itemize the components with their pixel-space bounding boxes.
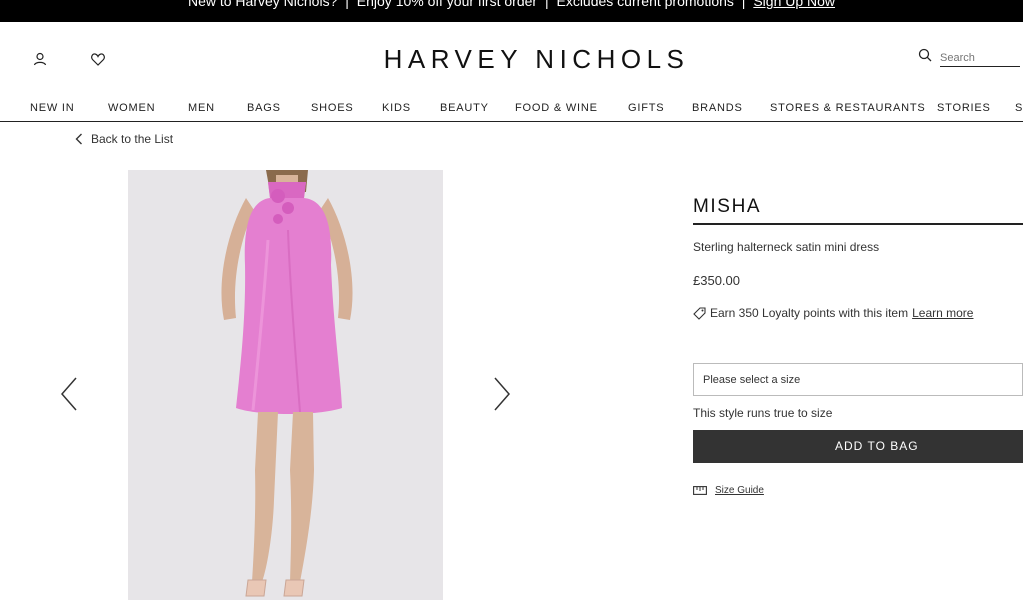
- nav-item-bags[interactable]: BAGS: [247, 102, 281, 114]
- nav-item-gifts[interactable]: GIFTS: [628, 102, 664, 114]
- tag-icon: [693, 306, 706, 320]
- main-nav: NEW IN WOMEN MEN BAGS SHOES KIDS BEAUTY …: [0, 102, 1023, 122]
- nav-item-shoes[interactable]: SHOES: [311, 102, 354, 114]
- promo-text-exclusions: Excludes current promotions: [556, 0, 734, 9]
- promo-banner: New to Harvey Nichols? | Enjoy 10% off y…: [0, 0, 1023, 22]
- nav-item-brands[interactable]: BRANDS: [692, 102, 743, 114]
- nav-item-stories[interactable]: STORIES: [937, 102, 991, 114]
- search-input[interactable]: [940, 52, 1020, 67]
- nav-item-sale[interactable]: SALE: [1015, 102, 1023, 114]
- dress-model-image: [128, 170, 443, 600]
- chevron-left-icon: [61, 377, 77, 411]
- gallery-prev-button[interactable]: [58, 376, 80, 412]
- back-to-list-link[interactable]: Back to the List: [75, 132, 173, 146]
- search-icon[interactable]: [918, 48, 932, 67]
- gallery-next-button[interactable]: [491, 376, 513, 412]
- size-guide-label: Size Guide: [715, 485, 764, 496]
- site-logo[interactable]: HARVEY NICHOLS: [0, 44, 1023, 75]
- product-price: £350.00: [693, 273, 740, 288]
- search-box: [918, 48, 1020, 67]
- product-brand[interactable]: MISHA: [693, 196, 761, 218]
- brand-divider: [693, 223, 1023, 225]
- promo-text-new: New to Harvey Nichols?: [187, 0, 338, 9]
- nav-item-food-wine[interactable]: FOOD & WINE: [515, 102, 598, 114]
- promo-separator: |: [345, 0, 349, 9]
- nav-item-women[interactable]: WOMEN: [108, 102, 155, 114]
- nav-item-stores-restaurants[interactable]: STORES & RESTAURANTS: [770, 102, 926, 114]
- chevron-left-icon: [75, 133, 82, 145]
- add-to-bag-button[interactable]: ADD TO BAG: [693, 430, 1023, 463]
- nav-item-kids[interactable]: KIDS: [382, 102, 411, 114]
- product-image[interactable]: [128, 170, 443, 600]
- loyalty-points: Earn 350 Loyalty points with this item L…: [693, 306, 973, 320]
- promo-separator: |: [544, 0, 549, 9]
- learn-more-link[interactable]: Learn more: [912, 306, 973, 320]
- size-guide-link[interactable]: Size Guide: [693, 485, 764, 496]
- site-header: HARVEY NICHOLS NEW IN WOMEN MEN BAGS SHO…: [0, 22, 1023, 122]
- nav-item-new-in[interactable]: NEW IN: [30, 102, 75, 114]
- nav-item-men[interactable]: MEN: [188, 102, 215, 114]
- sign-up-link[interactable]: Sign Up Now: [753, 0, 835, 9]
- size-select[interactable]: Please select a size: [693, 363, 1023, 396]
- chevron-right-icon: [494, 377, 510, 411]
- promo-text-offer: Enjoy 10% off your first order: [356, 0, 538, 9]
- back-label: Back to the List: [91, 132, 174, 146]
- promo-separator: |: [741, 0, 746, 9]
- fit-note: This style runs true to size: [693, 406, 833, 420]
- ruler-icon: [693, 486, 707, 495]
- nav-item-beauty[interactable]: BEAUTY: [440, 102, 489, 114]
- product-description: Sterling halterneck satin mini dress: [693, 240, 880, 254]
- loyalty-text: Earn 350 Loyalty points with this item: [710, 306, 909, 320]
